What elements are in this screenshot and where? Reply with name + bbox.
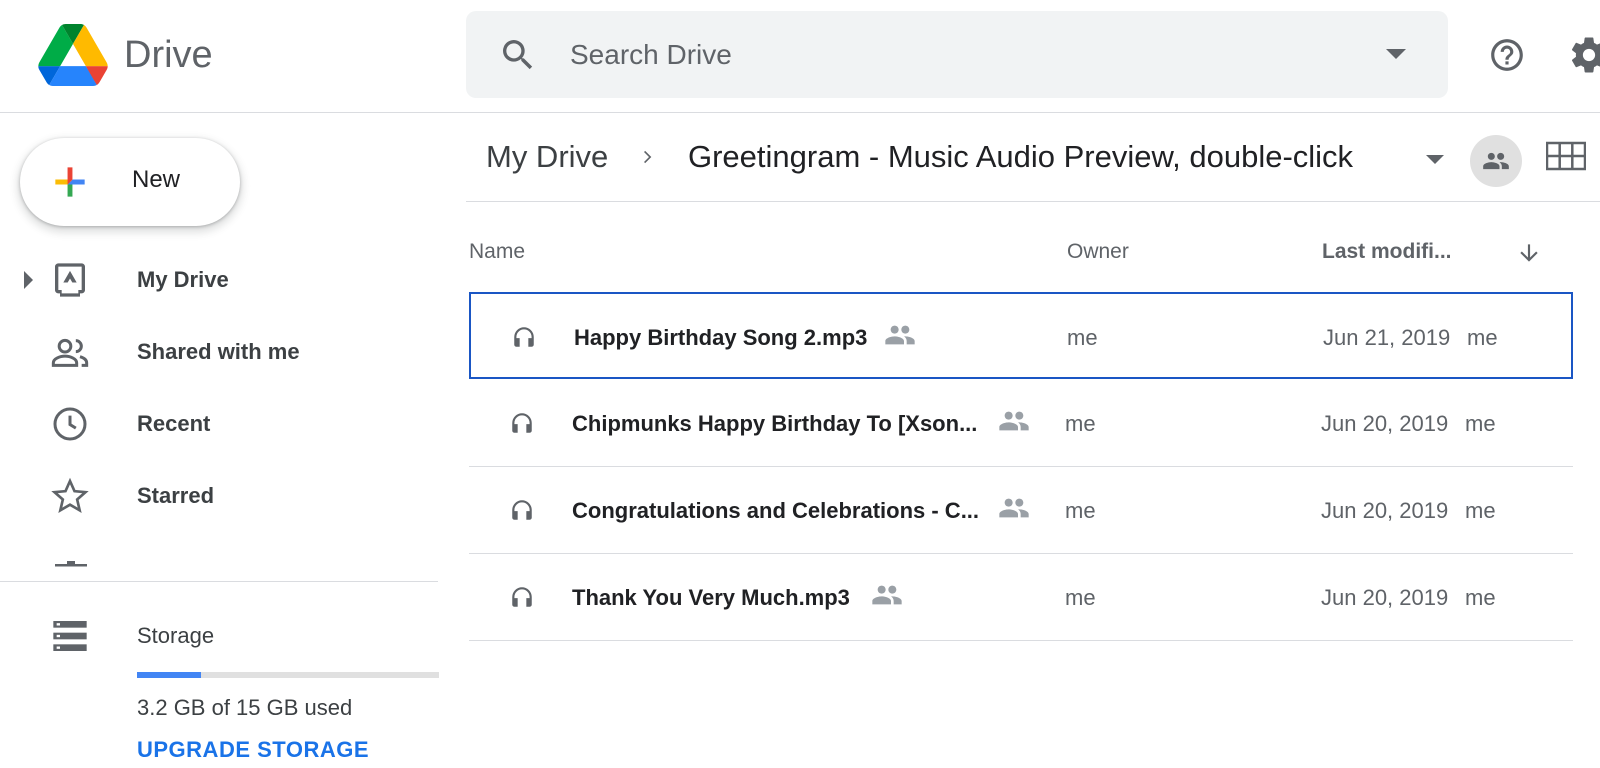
file-row[interactable]: Congratulations and Celebrations - C... … [469,467,1573,554]
sidebar-item-starred[interactable]: Starred [0,466,438,526]
sidebar-item-recent[interactable]: Recent [0,394,438,454]
file-modified-date: Jun 20, 2019 [1321,411,1449,436]
sidebar-item-storage[interactable]: Storage [0,606,438,666]
file-name: Happy Birthday Song 2.mp3 [574,325,868,350]
file-name: Chipmunks Happy Birthday To [Xson... [572,411,978,436]
sidebar-item-shared-with-me[interactable]: Shared with me [0,322,438,382]
file-name: Thank You Very Much.mp3 [572,585,850,610]
search-input[interactable] [570,33,1350,77]
audio-file-icon [512,413,532,433]
share-button[interactable] [1470,135,1522,187]
gear-icon[interactable] [1568,34,1600,76]
file-modified-date: Jun 21, 2019 [1323,325,1451,350]
file-owner: me [1065,585,1096,610]
upgrade-storage-link[interactable]: UPGRADE STORAGE [137,737,369,763]
grid-view-icon[interactable] [1546,141,1586,171]
file-modified-by: me [1465,585,1496,610]
file-modified-by: me [1465,411,1496,436]
column-header-owner[interactable]: Owner [1067,240,1129,264]
breadcrumb: My Drive Greetingram - Music Audio Previ… [466,125,1600,202]
sort-arrow-down-icon[interactable] [1516,240,1542,266]
file-owner: me [1065,411,1096,436]
sidebar-item-label: My Drive [137,267,229,292]
plus-icon [55,167,85,197]
top-bar: Drive [0,0,1600,113]
folder-menu-dropdown-icon[interactable] [1426,155,1444,164]
file-owner: me [1067,325,1098,350]
chevron-right-icon [644,150,652,164]
storage-icon [53,621,87,651]
file-name: Congratulations and Celebrations - C... [572,498,980,523]
storage-usage-bar [137,672,439,678]
file-row[interactable]: Chipmunks Happy Birthday To [Xson... me … [469,380,1573,467]
clock-icon [53,407,87,441]
file-owner: me [1065,498,1096,523]
column-header-name[interactable]: Name [469,240,525,264]
my-drive-icon [55,263,85,297]
shared-icon [885,325,915,345]
shared-icon [999,498,1029,518]
new-button[interactable]: New [20,138,240,226]
expand-caret-icon[interactable] [24,271,33,289]
audio-file-icon [512,587,532,607]
search-bar[interactable] [466,11,1448,98]
file-modified-date: Jun 20, 2019 [1321,585,1449,610]
storage-used-text: 3.2 GB of 15 GB used [137,695,353,720]
audio-file-icon [514,327,534,347]
column-header-last-modified[interactable]: Last modifi... [1322,240,1452,264]
search-icon[interactable] [498,35,538,75]
new-button-label: New [132,166,181,193]
sidebar-item-my-drive[interactable]: My Drive [0,250,438,310]
sidebar-item-label: Shared with me [137,339,300,364]
storage-usage-fill [137,672,202,678]
shared-icon [999,411,1029,431]
file-modified-date: Jun 20, 2019 [1321,498,1449,523]
trash-icon [55,561,87,567]
audio-file-icon [512,500,532,520]
shared-icon [872,585,902,605]
help-icon[interactable] [1488,36,1526,74]
brand-name: Drive [124,34,213,76]
people-icon [51,338,89,367]
star-icon [51,477,89,514]
breadcrumb-current-folder[interactable]: Greetingram - Music Audio Preview, doubl… [688,139,1353,175]
sidebar-item-label: Storage [137,623,215,648]
file-row[interactable]: Happy Birthday Song 2.mp3 me Jun 21, 201… [469,292,1573,379]
file-modified-by: me [1465,498,1496,523]
sidebar-divider [0,581,438,582]
search-options-dropdown-icon[interactable] [1386,49,1406,59]
file-modified-by: me [1467,325,1498,350]
file-row[interactable]: Thank You Very Much.mp3 me Jun 20, 2019 … [469,554,1573,641]
sidebar-item-label: Recent [137,411,211,436]
drive-logo[interactable] [38,24,108,86]
breadcrumb-my-drive[interactable]: My Drive [486,139,608,175]
people-icon [1483,152,1509,170]
sidebar-item-label: Starred [137,483,215,508]
